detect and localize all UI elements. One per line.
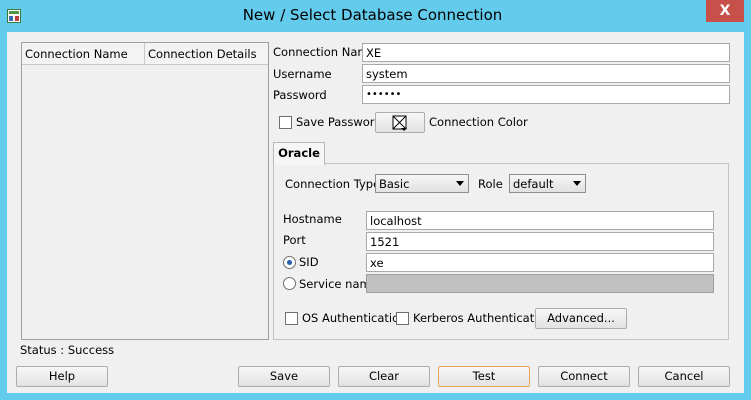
sid-radio[interactable]	[283, 256, 296, 269]
save-password-checkbox[interactable]	[279, 116, 292, 129]
window-frame-left	[0, 32, 7, 400]
window-frame-right	[744, 32, 751, 400]
connection-color-button[interactable]	[375, 112, 425, 133]
close-button[interactable]: X	[706, 0, 744, 22]
connection-name-label: Connection Name	[273, 45, 376, 59]
os-authentication-label: OS Authentication	[302, 311, 407, 325]
hostname-field[interactable]: localhost	[366, 211, 714, 230]
connection-type-select[interactable]: Basic	[375, 174, 469, 193]
username-label: Username	[273, 67, 332, 81]
status-text: Status : Success	[20, 343, 115, 357]
column-header-connection-name[interactable]: Connection Name	[25, 47, 128, 61]
cancel-button[interactable]: Cancel	[638, 366, 730, 387]
password-label: Password	[273, 88, 327, 102]
kerberos-authentication-label: Kerberos Authentication	[413, 311, 552, 325]
port-label: Port	[283, 233, 306, 247]
close-icon: X	[719, 3, 731, 19]
chevron-down-icon	[573, 181, 581, 186]
connection-type-label: Connection Type	[285, 177, 381, 191]
save-password-label: Save Password	[296, 115, 382, 129]
column-divider[interactable]	[144, 43, 145, 65]
username-field[interactable]: system	[362, 64, 730, 83]
connection-list[interactable]: Connection Name Connection Details	[21, 42, 269, 340]
sid-field[interactable]: xe	[366, 253, 714, 272]
color-picker-icon	[392, 115, 407, 131]
connection-list-header: Connection Name Connection Details	[22, 43, 268, 65]
os-authentication-checkbox[interactable]	[285, 312, 298, 325]
kerberos-authentication-checkbox[interactable]	[396, 312, 409, 325]
connect-button[interactable]: Connect	[538, 366, 630, 387]
window-title: New / Select Database Connection	[242, 6, 503, 24]
sid-label: SID	[299, 255, 319, 269]
column-header-connection-details[interactable]: Connection Details	[148, 47, 257, 61]
test-button[interactable]: Test	[438, 366, 530, 387]
connection-type-value: Basic	[379, 177, 410, 191]
role-label: Role	[478, 177, 503, 191]
help-button[interactable]: Help	[16, 366, 108, 387]
role-select[interactable]: default	[509, 174, 586, 193]
chevron-down-icon	[456, 181, 464, 186]
save-button[interactable]: Save	[238, 366, 330, 387]
role-value: default	[513, 177, 554, 191]
connection-color-label: Connection Color	[429, 115, 528, 129]
hostname-label: Hostname	[283, 212, 342, 226]
connection-name-field[interactable]: XE	[362, 43, 730, 62]
window-frame-bottom	[0, 393, 751, 400]
advanced-button[interactable]: Advanced...	[535, 308, 627, 329]
service-name-field[interactable]	[366, 274, 714, 293]
service-name-radio[interactable]	[283, 277, 296, 290]
port-field[interactable]: 1521	[366, 232, 714, 251]
title-bar[interactable]: New / Select Database Connection X	[0, 0, 751, 32]
tab-oracle[interactable]: Oracle	[273, 142, 325, 165]
clear-button[interactable]: Clear	[338, 366, 430, 387]
password-field[interactable]: ••••••	[362, 85, 730, 104]
